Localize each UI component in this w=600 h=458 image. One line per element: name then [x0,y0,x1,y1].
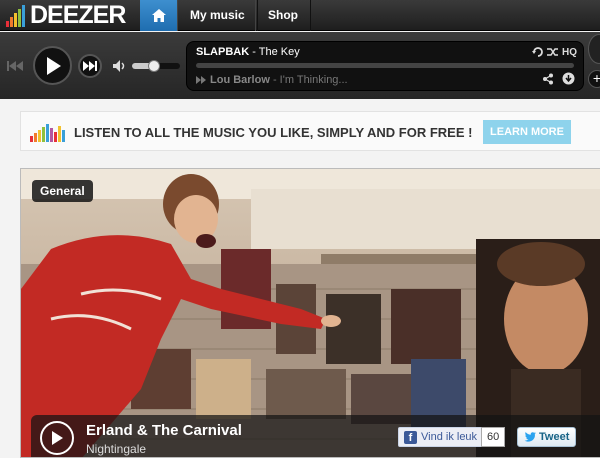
next-track-separator: - [269,74,280,86]
track-info-panel: SLAPBAK - The Key HQ Lou Barlow - I'm Th… [186,41,584,91]
download-icon[interactable] [562,72,575,88]
play-button[interactable] [33,46,72,85]
facebook-like-button[interactable]: f Vind ik leuk [398,427,484,447]
logo-equalizer-icon [6,5,25,27]
now-playing-title[interactable]: The Key [259,46,300,58]
now-playing-separator: - [249,46,259,58]
add-icon[interactable]: + [588,70,600,88]
learn-more-button[interactable]: LEARN MORE [483,120,571,144]
promo-banner: LISTEN TO ALL THE MUSIC YOU LIKE, SIMPLY… [20,111,600,151]
deezer-logo[interactable]: DEEZER [6,1,126,29]
feature-caption-bar: Erland & The Carnival Nightingale f Vind… [31,415,600,457]
facebook-like-label: Vind ik leuk [421,431,478,443]
progress-bar[interactable] [196,63,574,68]
volume-slider-knob[interactable] [147,60,160,72]
nav-my-music[interactable]: My music [177,0,258,31]
banner-headline: LISTEN TO ALL THE MUSIC YOU LIKE, SIMPLY… [74,125,473,140]
next-track-title[interactable]: I'm Thinking... [280,74,348,86]
facebook-like-count: 60 [481,427,506,447]
next-button[interactable] [78,54,102,78]
feature-card[interactable]: General Erland & The Carnival Nightingal… [20,168,600,458]
next-track-text: Lou Barlow - I'm Thinking... [196,74,348,86]
home-button[interactable] [140,0,177,31]
share-icon[interactable] [542,73,554,88]
facebook-icon: f [404,430,417,444]
nav-shop[interactable]: Shop [255,0,311,31]
next-icon [83,61,97,71]
shuffle-icon[interactable] [547,46,559,61]
feature-title[interactable]: Erland & The Carnival [86,422,242,439]
previous-icon [7,61,23,71]
now-playing-text: SLAPBAK - The Key [196,46,300,58]
banner-equalizer-icon [30,124,65,142]
top-navigation: DEEZER My music Shop [0,0,600,31]
category-badge[interactable]: General [32,180,93,202]
tweet-label: Tweet [539,431,570,443]
previous-button[interactable] [6,59,24,73]
nav-my-music-label: My music [190,8,245,22]
twitter-bird-icon [524,432,536,442]
next-track-artist[interactable]: Lou Barlow [210,74,270,86]
next-up-icon [196,76,206,84]
hq-toggle[interactable]: HQ [562,47,577,58]
side-panel-toggle[interactable] [588,34,600,64]
volume-icon[interactable] [112,59,128,73]
play-icon [46,56,61,75]
feature-subtitle[interactable]: Nightingale [86,442,146,456]
volume-slider[interactable] [132,60,180,72]
logo-text: DEEZER [30,1,126,29]
now-playing-artist[interactable]: SLAPBAK [196,46,249,58]
play-icon [52,431,63,445]
home-icon [151,9,166,22]
player-bar: SLAPBAK - The Key HQ Lou Barlow - I'm Th… [0,32,600,99]
tweet-button[interactable]: Tweet [517,427,577,447]
repeat-icon[interactable] [532,46,544,61]
nav-shop-label: Shop [268,8,298,22]
